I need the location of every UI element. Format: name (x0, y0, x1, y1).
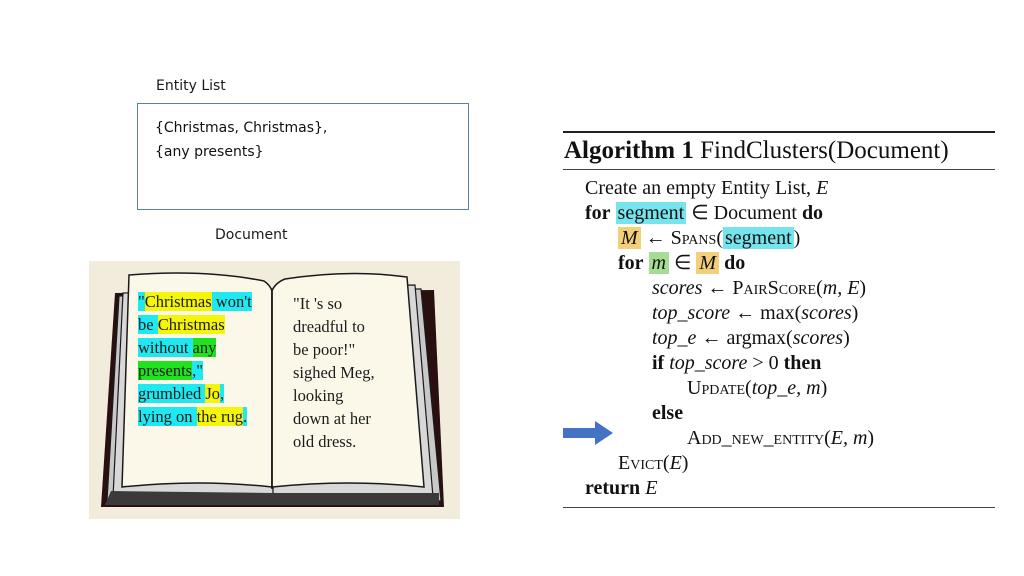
entity-cluster: {any presents} (155, 144, 264, 160)
book-illustration: "Christmas won't be Christmas without any… (89, 261, 460, 519)
entity-list-label: Entity List (156, 78, 226, 94)
page-line: presents," (138, 359, 278, 382)
algo-line-for-m: for m ∈ M do (618, 252, 746, 274)
algo-line-spans: M ← Spans(segment) (563, 226, 995, 251)
entity-cluster: {Christmas, Christmas}, (155, 120, 328, 136)
page-line: lying on the rug. (138, 405, 278, 428)
mention-highlight: Jo (205, 384, 221, 403)
segment-highlight: ," (192, 361, 203, 380)
segment-highlight: " (138, 292, 145, 311)
algorithm-number: Algorithm 1 (564, 137, 694, 164)
segment-highlight: be (138, 315, 158, 334)
page-line: looking (293, 386, 344, 405)
algorithm-name: FindClusters(Document) (700, 137, 949, 164)
page-line: "It 's so (293, 294, 343, 313)
algo-line-update: Update(top_e, m) (687, 377, 828, 399)
segment-highlight: segment (615, 202, 687, 224)
algo-line-top-e: top_e ← argmax(scores) (652, 327, 850, 349)
algorithm-body: Create an empty Entity List, E for segme… (563, 170, 995, 507)
segment-highlight: lying on (138, 407, 197, 426)
entity-list-box: {Christmas, Christmas}, {any presents} (137, 103, 469, 210)
algo-line-top-score: top_score ← max(scores) (652, 302, 859, 324)
page-line: "Christmas won't (138, 290, 278, 313)
algo-line-for-segment: for segment ∈ Document do (585, 202, 824, 224)
mention-highlight: Christmas (144, 292, 212, 311)
right-page-text: "It 's so dreadful to be poor!" sighed M… (293, 292, 403, 453)
segment-highlight: . (242, 407, 248, 426)
page-line: without any (138, 336, 278, 359)
segment-highlight: grumbled (138, 384, 206, 403)
M-highlight: M (696, 252, 720, 274)
algo-line-return: return E (585, 477, 658, 499)
mention-highlight: Christmas (157, 315, 225, 334)
left-page-text: "Christmas won't be Christmas without any… (138, 290, 278, 428)
document-label: Document (215, 227, 288, 243)
algo-line-if: if top_score > 0 then (652, 352, 822, 374)
bottom-rule (563, 507, 995, 508)
M-highlight: M (618, 227, 641, 249)
current-mention-highlight: presents (138, 361, 193, 380)
page-line: sighed Meg, (293, 363, 375, 382)
mention-highlight: the rug (196, 407, 243, 426)
page-line: grumbled Jo, (138, 382, 278, 405)
algorithm-title: Algorithm 1 FindClusters(Document) (563, 133, 995, 169)
segment-highlight: won't (211, 292, 252, 311)
right-arrow-icon (563, 421, 613, 445)
segment-highlight: segment (722, 227, 794, 249)
algorithm-block: Algorithm 1 FindClusters(Document) Creat… (563, 131, 995, 508)
algo-line-else: else (652, 402, 684, 424)
page-line: be poor!" (293, 340, 356, 359)
segment-highlight: , (220, 384, 225, 403)
segment-highlight: without (138, 338, 193, 357)
m-highlight: m (648, 252, 669, 274)
algo-line-evict: Evict(E) (618, 452, 689, 474)
algo-line-add-new-entity: Add_new_entity(E, m) (687, 427, 875, 449)
page-line: old dress. (293, 432, 357, 451)
page-line: dreadful to (293, 317, 365, 336)
page-line: be Christmas (138, 313, 278, 336)
current-mention-highlight: any (192, 338, 217, 357)
algo-line-scores: scores ← PairScore(m, E) (652, 277, 867, 299)
algo-line-create: Create an empty Entity List, E (585, 177, 829, 199)
page-line: down at her (293, 409, 371, 428)
